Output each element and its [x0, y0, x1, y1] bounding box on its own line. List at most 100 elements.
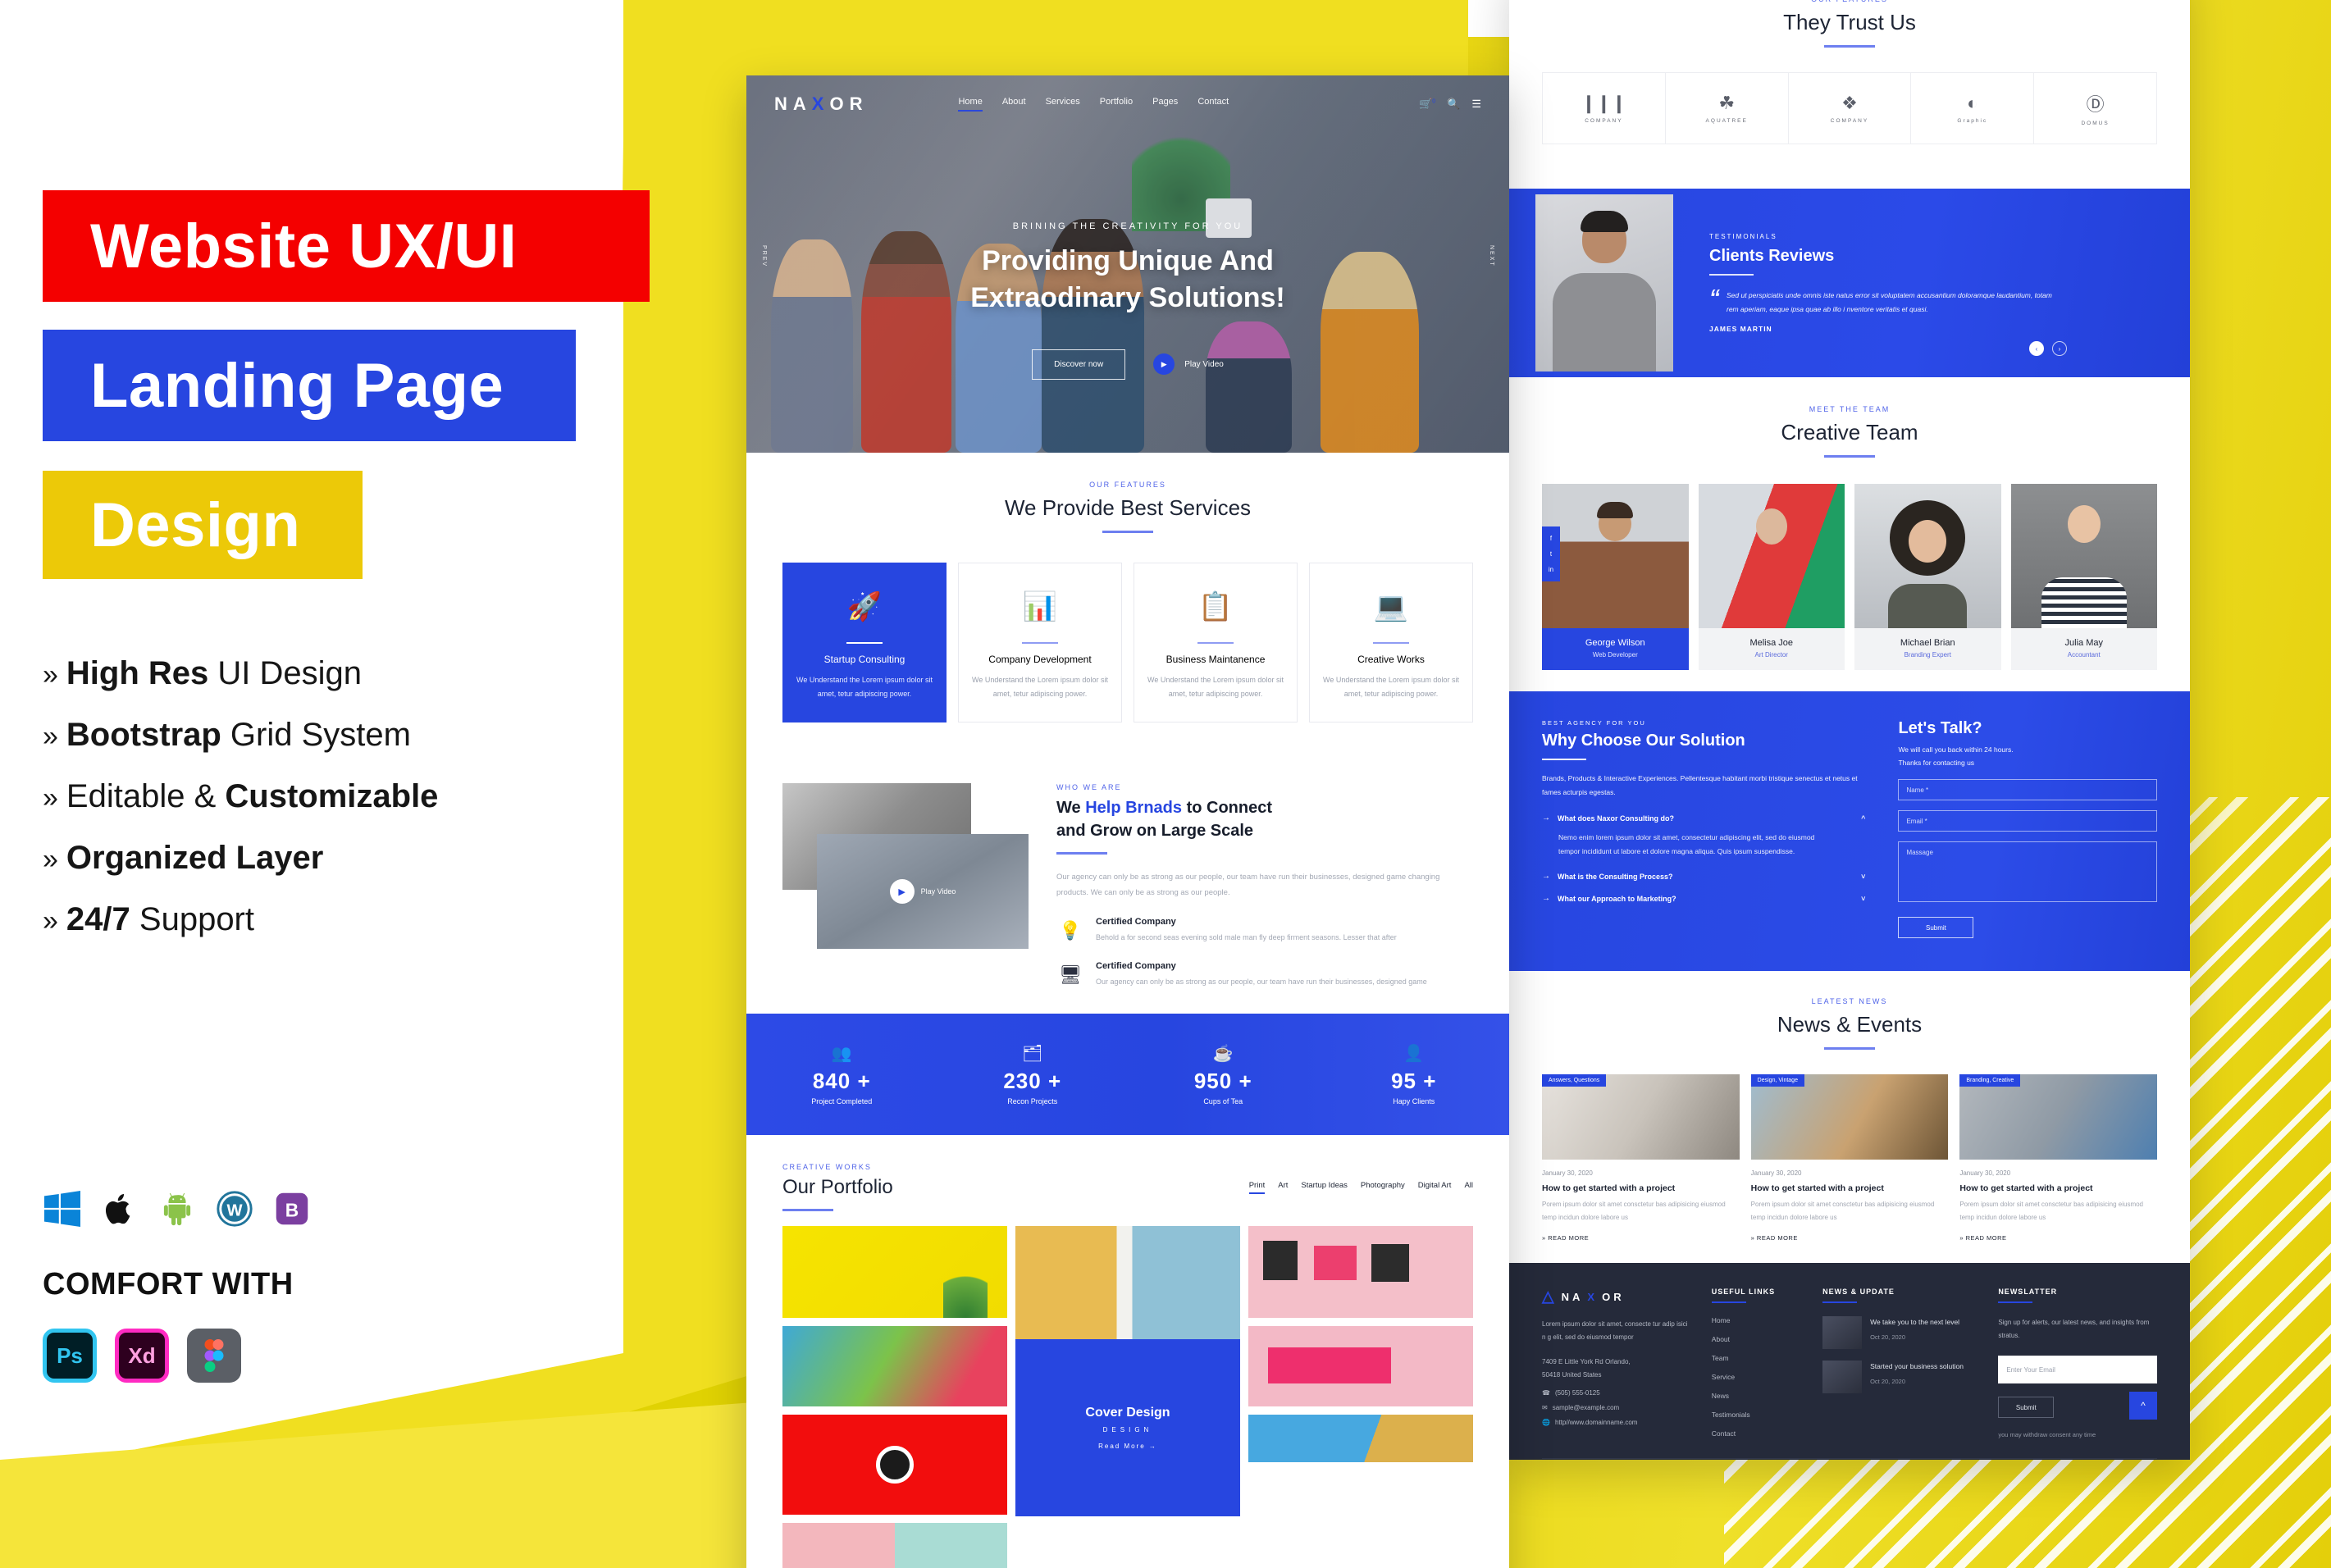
email-field[interactable]: Email *: [1898, 810, 2157, 832]
portfolio-filter-digital-art[interactable]: Digital Art: [1418, 1181, 1452, 1194]
portfolio-cover-subtitle: DESIGN: [1102, 1426, 1153, 1434]
portfolio-item[interactable]: [782, 1523, 1007, 1568]
team-member[interactable]: Melisa Joe Art Director: [1698, 484, 1845, 670]
trust-logo-name: COMPANY: [1585, 118, 1623, 124]
chevron-left-icon[interactable]: ‹: [2029, 341, 2044, 356]
service-card[interactable]: 💻 Creative Works We Understand the Lorem…: [1309, 563, 1473, 723]
twitter-icon[interactable]: t: [1550, 550, 1552, 558]
news-tag[interactable]: Answers, Questions: [1542, 1074, 1607, 1087]
menu-icon[interactable]: ☰: [1471, 98, 1481, 111]
portfolio-cover-item[interactable]: Cover Design DESIGN Read More →: [1015, 1339, 1240, 1517]
footer-news-item[interactable]: Started your business solution Oct 20, 2…: [1822, 1361, 1975, 1394]
footer-link-team[interactable]: Team: [1712, 1354, 1800, 1362]
portfolio-filter-art[interactable]: Art: [1278, 1181, 1288, 1194]
testimonial-author: JAMES MARTIN: [1709, 325, 1772, 333]
hero-play-video[interactable]: ▶ Play Video: [1153, 353, 1224, 376]
stat-number: 840 +: [812, 1069, 871, 1094]
chevron-bullet-icon: »: [43, 659, 58, 691]
footer-news-item[interactable]: We take you to the next level Oct 20, 20…: [1822, 1316, 1975, 1350]
news-tag[interactable]: Design, Vintage: [1750, 1074, 1804, 1087]
footer-link-about[interactable]: About: [1712, 1335, 1800, 1343]
promo-panel: Website UX/UI Landing Page Design » High …: [0, 0, 738, 1568]
news-post-title: How to get started with a project: [1750, 1183, 1884, 1194]
message-field[interactable]: Massage: [1898, 841, 2157, 903]
why-choose-section: BEST AGENCY FOR YOU Why Choose Our Solut…: [1509, 691, 2190, 972]
nav-item-services[interactable]: Services: [1046, 97, 1080, 112]
newsletter-email-input[interactable]: Enter Your Email: [1998, 1356, 2157, 1384]
project-icon: 👥: [831, 1045, 852, 1064]
portfolio-item[interactable]: [782, 1226, 1007, 1319]
footer-newsletter-text: Sign up for alerts, our latest news, and…: [1998, 1319, 2150, 1340]
news-read-more[interactable]: » READ MORE: [1542, 1234, 1740, 1242]
nav-item-contact[interactable]: Contact: [1197, 97, 1229, 112]
who-photo-front[interactable]: ▶ Play Video: [817, 834, 1029, 950]
contact-form-title: Let's Talk?: [1898, 719, 1982, 737]
footer-website[interactable]: http//www.domainname.com: [1555, 1419, 1638, 1426]
cart-icon[interactable]: 🛒0: [1419, 98, 1435, 111]
footer-link-contact[interactable]: Contact: [1712, 1429, 1800, 1438]
clipboard-person-icon: 📋: [1197, 591, 1234, 622]
company-logo-icon: ❙❙❙: [1581, 93, 1627, 113]
news-tag[interactable]: Branding, Creative: [1959, 1074, 2021, 1087]
linkedin-icon[interactable]: in: [1549, 566, 1553, 573]
portfolio-filter-startup-ideas[interactable]: Startup Ideas: [1301, 1181, 1348, 1194]
arrow-right-icon: →: [1542, 814, 1550, 823]
portfolio-filter-photography[interactable]: Photography: [1361, 1181, 1405, 1194]
trust-logo: ❙❙❙ COMPANY: [1543, 73, 1666, 144]
news-post[interactable]: Design, Vintage January 30, 2020 How to …: [1750, 1074, 1949, 1242]
team-member[interactable]: f t in George Wilson Web Developer: [1542, 484, 1689, 670]
nav-item-home[interactable]: Home: [958, 97, 983, 112]
footer-phone[interactable]: (505) 555-0125: [1555, 1389, 1600, 1397]
footer-link-news[interactable]: News: [1712, 1392, 1800, 1400]
discover-now-button[interactable]: Discover now: [1032, 349, 1126, 380]
portfolio-item[interactable]: [1248, 1326, 1473, 1407]
back-to-top-button[interactable]: ^: [2129, 1392, 2157, 1420]
faq-question[interactable]: → What does Naxor Consulting do? ^: [1542, 814, 1865, 823]
brand-logo[interactable]: NAXOR: [774, 93, 868, 115]
nav-item-pages[interactable]: Pages: [1152, 97, 1178, 112]
name-field[interactable]: Name *: [1898, 779, 2157, 801]
news-post[interactable]: Answers, Questions January 30, 2020 How …: [1542, 1074, 1740, 1242]
services-title: We Provide Best Services: [1004, 495, 1252, 520]
chevron-up-icon[interactable]: ^: [1861, 814, 1865, 823]
portfolio-item[interactable]: [782, 1326, 1007, 1407]
faq-question[interactable]: → What is the Consulting Process? ˅: [1542, 872, 1865, 881]
facebook-icon[interactable]: f: [1550, 535, 1552, 542]
newsletter-submit-button[interactable]: Submit: [1998, 1397, 2055, 1419]
footer-email[interactable]: sample@example.com: [1553, 1404, 1619, 1411]
news-post[interactable]: Branding, Creative January 30, 2020 How …: [1959, 1074, 2158, 1242]
news-read-more[interactable]: » READ MORE: [1751, 1234, 1949, 1242]
nav-item-portfolio[interactable]: Portfolio: [1100, 97, 1133, 112]
portfolio-filter-all[interactable]: All: [1464, 1181, 1473, 1194]
team-member[interactable]: Julia May Accountant: [2010, 484, 2157, 670]
portfolio-item[interactable]: [782, 1415, 1007, 1516]
footer-link-service[interactable]: Service: [1712, 1373, 1800, 1381]
nav-item-about[interactable]: About: [1002, 97, 1026, 112]
chevron-down-icon[interactable]: ˅: [1861, 873, 1865, 881]
portfolio-item[interactable]: [1248, 1415, 1473, 1463]
service-card[interactable]: 🚀 Startup Consulting We Understand the L…: [782, 563, 947, 723]
chevron-down-icon[interactable]: ˅: [1861, 895, 1865, 903]
news-read-more[interactable]: » READ MORE: [1959, 1234, 2157, 1242]
presentation-chart-icon: 📊: [1022, 591, 1058, 622]
faq-question[interactable]: → What our Approach to Marketing? ˅: [1542, 894, 1865, 903]
footer-link-testimonials[interactable]: Testimonials: [1712, 1411, 1800, 1419]
search-icon[interactable]: 🔍: [1447, 98, 1460, 111]
laptop-chart-icon: 💻: [1373, 591, 1409, 622]
team-member[interactable]: Michael Brian Branding Expert: [1854, 484, 2001, 670]
submit-button[interactable]: Submit: [1898, 917, 1974, 939]
title-rule: [1709, 274, 1754, 276]
portfolio-cover-readmore[interactable]: Read More →: [1098, 1443, 1157, 1450]
service-card[interactable]: 📊 Company Development We Understand the …: [958, 563, 1122, 723]
team-grid: f t in George Wilson Web Developer Melis…: [1542, 484, 2157, 670]
hero-actions: Discover now ▶ Play Video: [746, 349, 1509, 380]
footer-logo[interactable]: △ NA X OR: [1542, 1288, 1689, 1306]
chevron-right-icon[interactable]: ›: [2052, 341, 2067, 356]
footer-link-home[interactable]: Home: [1712, 1316, 1800, 1324]
service-card[interactable]: 📋 Business Maintanence We Understand the…: [1134, 563, 1298, 723]
feature-list: » High Res UI Design » Bootstrap Grid Syst…: [43, 656, 633, 964]
play-icon[interactable]: ▶: [889, 879, 915, 905]
portfolio-item[interactable]: [1248, 1226, 1473, 1319]
portfolio-filter-print[interactable]: Print: [1248, 1181, 1266, 1195]
team-social-links[interactable]: f t in: [1542, 526, 1560, 581]
